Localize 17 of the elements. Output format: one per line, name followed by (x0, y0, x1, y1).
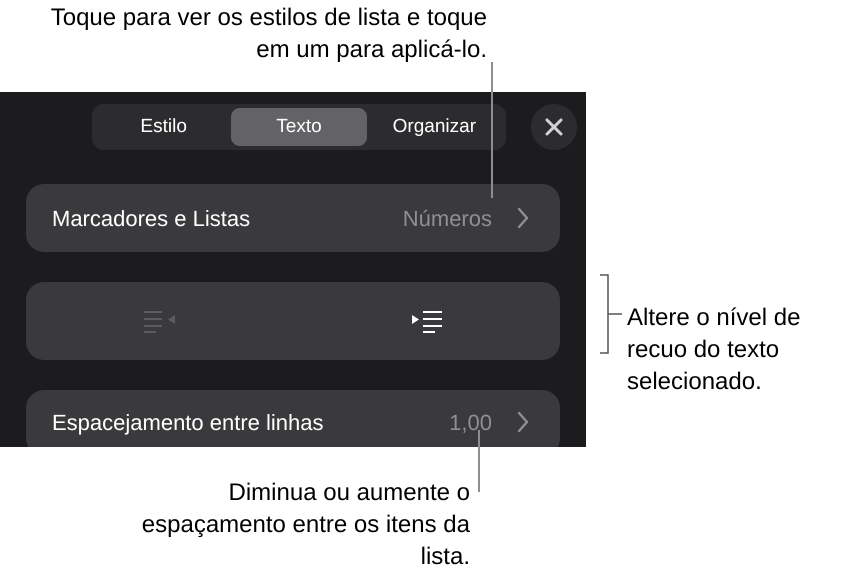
tab[interactable]: Texto (231, 108, 367, 146)
close-button[interactable] (531, 104, 577, 150)
chevron-right-icon (516, 410, 530, 434)
callout-text: Toque para ver os estilos de lista e toque em um para aplicá-lo. (50, 3, 487, 65)
row-value: 1,00 (449, 408, 492, 436)
row-label: Marcadores e Listas (52, 204, 250, 232)
settings-row[interactable]: Marcadores e Listas Números (26, 184, 560, 252)
callout-text: Altere o nível de recuo do texto selecionado. (627, 303, 802, 397)
chevron-right-icon (516, 206, 530, 230)
callout-text: Diminua ou aumente o espaçamento entre os itens da lista. (140, 478, 470, 572)
tab[interactable]: Estilo (96, 108, 232, 146)
row-label: Espacejamento entre linhas (52, 408, 324, 437)
settings-row[interactable]: Espacejamento entre linhas 1,00 (26, 390, 560, 447)
row-value: Números (402, 204, 492, 232)
close-icon (545, 118, 563, 136)
leader-line (478, 430, 480, 492)
tab[interactable]: Organizar (366, 108, 502, 146)
